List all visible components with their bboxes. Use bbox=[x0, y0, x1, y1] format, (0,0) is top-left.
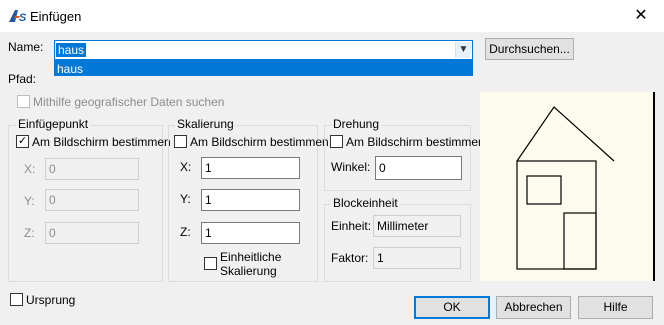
block-preview bbox=[480, 92, 653, 281]
insert-x-label: X: bbox=[24, 162, 36, 176]
scale-y-label: Y: bbox=[180, 192, 191, 206]
scale-onscreen-checkbox[interactable] bbox=[174, 135, 187, 148]
insert-y-label: Y: bbox=[24, 194, 35, 208]
name-label: Name: bbox=[8, 40, 44, 54]
insert-onscreen-label: Am Bildschirm bestimmen bbox=[32, 135, 171, 149]
rotation-title: Drehung bbox=[331, 117, 382, 131]
scale-onscreen-label: Am Bildschirm bestimmen bbox=[190, 135, 329, 149]
angle-input[interactable]: 0 bbox=[375, 156, 462, 180]
close-icon[interactable]: ✕ bbox=[630, 6, 652, 26]
uniform-scale-line1: Einheitliche bbox=[220, 250, 282, 264]
insert-x-input[interactable]: 0 bbox=[45, 158, 139, 180]
factor-label: Faktor: bbox=[331, 251, 369, 265]
house-preview-image bbox=[516, 106, 615, 270]
scale-title: Skalierung bbox=[175, 117, 236, 131]
unit-value: Millimeter bbox=[373, 215, 461, 237]
help-button[interactable]: Hilfe bbox=[578, 296, 653, 319]
uniform-scale-line2: Skalierung bbox=[220, 264, 277, 278]
insert-onscreen-checkbox[interactable]: ✓ bbox=[16, 135, 29, 148]
preview-border bbox=[653, 92, 655, 281]
geo-data-label: Mithilfe geografischer Daten suchen bbox=[33, 95, 225, 109]
unit-label: Einheit: bbox=[331, 219, 372, 233]
name-dropdown-list[interactable]: haus bbox=[54, 60, 473, 76]
dropdown-item-haus[interactable]: haus bbox=[57, 62, 83, 76]
name-combobox[interactable]: haus ▼ bbox=[54, 40, 473, 60]
scale-z-label: Z: bbox=[180, 225, 191, 239]
ok-button[interactable]: OK bbox=[414, 296, 490, 319]
insert-y-input[interactable]: 0 bbox=[45, 189, 139, 211]
origin-checkbox[interactable] bbox=[10, 293, 23, 306]
geo-data-checkbox[interactable] bbox=[17, 95, 30, 108]
svg-text:S: S bbox=[19, 12, 27, 23]
insert-z-label: Z: bbox=[24, 226, 35, 240]
origin-label: Ursprung bbox=[26, 293, 76, 307]
insert-point-title: Einfügepunkt bbox=[16, 117, 91, 131]
block-unit-title: Blockeinheit bbox=[331, 196, 400, 210]
uniform-scale-label: Einheitliche Skalierung bbox=[220, 250, 281, 278]
factor-value: 1 bbox=[373, 247, 461, 269]
rotation-onscreen-label: Am Bildschirm bestimmen bbox=[346, 135, 485, 149]
title-bar bbox=[0, 0, 664, 32]
path-label: Pfad: bbox=[8, 72, 37, 86]
chevron-down-icon[interactable]: ▼ bbox=[455, 42, 471, 58]
uniform-scale-checkbox[interactable] bbox=[204, 257, 217, 270]
insert-z-input[interactable]: 0 bbox=[45, 222, 139, 244]
name-input-selected-text[interactable]: haus bbox=[56, 43, 87, 57]
scale-x-label: X: bbox=[180, 160, 192, 174]
angle-label: Winkel: bbox=[331, 160, 371, 174]
scale-z-input[interactable]: 1 bbox=[201, 222, 300, 244]
cancel-button[interactable]: Abbrechen bbox=[496, 296, 571, 319]
browse-button[interactable]: Durchsuchen... bbox=[485, 38, 574, 60]
scale-x-input[interactable]: 1 bbox=[201, 157, 300, 179]
autocad-logo-icon: S bbox=[9, 10, 27, 23]
rotation-onscreen-checkbox[interactable] bbox=[330, 135, 343, 148]
scale-y-input[interactable]: 1 bbox=[201, 189, 300, 211]
window-title: Einfügen bbox=[30, 9, 82, 24]
